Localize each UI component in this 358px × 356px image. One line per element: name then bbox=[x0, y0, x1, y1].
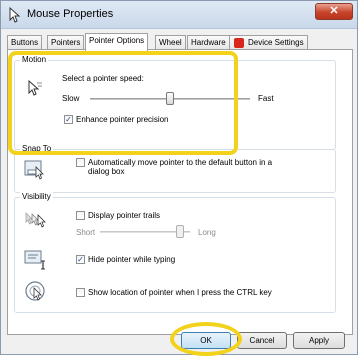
pointer-speed-slider[interactable] bbox=[166, 92, 174, 105]
hide-while-typing-label[interactable]: Hide pointer while typing bbox=[88, 255, 175, 264]
cancel-button[interactable]: Cancel bbox=[237, 332, 287, 349]
trails-length-slider bbox=[176, 225, 184, 238]
tab-hardware[interactable]: Hardware bbox=[187, 35, 230, 50]
enhance-precision-checkbox[interactable]: ✓ bbox=[64, 115, 73, 124]
snap-to-icon bbox=[24, 160, 44, 180]
snap-to-group bbox=[14, 149, 336, 193]
show-location-icon bbox=[25, 281, 45, 301]
trails-long-label: Long bbox=[198, 228, 216, 237]
visibility-group-label: Visibility bbox=[20, 192, 53, 202]
tab-device-settings-label: Device Settings bbox=[248, 38, 304, 47]
snap-to-checkbox[interactable] bbox=[76, 158, 85, 167]
pointer-trails-icon bbox=[25, 212, 46, 228]
enhance-precision-label[interactable]: Enhance pointer precision bbox=[76, 115, 169, 124]
window-title: Mouse Properties bbox=[27, 8, 114, 20]
show-location-checkbox[interactable] bbox=[76, 288, 85, 297]
tab-buttons[interactable]: Buttons bbox=[7, 35, 43, 50]
snap-to-group-label: Snap To bbox=[20, 144, 54, 154]
tab-wheel[interactable]: Wheel bbox=[155, 35, 186, 50]
hide-while-typing-icon bbox=[24, 250, 45, 270]
title-bar: Mouse Properties ✕ bbox=[1, 1, 357, 29]
fast-label: Fast bbox=[258, 94, 274, 103]
pointer-speed-label: Select a pointer speed: bbox=[62, 74, 144, 83]
pointer-trails-checkbox[interactable] bbox=[76, 211, 85, 220]
device-settings-icon bbox=[234, 38, 244, 48]
trails-short-label: Short bbox=[76, 228, 96, 237]
apply-button[interactable]: Apply bbox=[293, 332, 345, 349]
mouse-pointer-icon bbox=[9, 7, 21, 23]
show-location-label[interactable]: Show location of pointer when I press th… bbox=[88, 288, 272, 297]
snap-to-label-line2[interactable]: dialog box bbox=[88, 167, 124, 176]
tab-pointer-options[interactable]: Pointer Options bbox=[85, 33, 149, 51]
close-button[interactable]: ✕ bbox=[315, 3, 353, 20]
slow-label: Slow bbox=[62, 94, 80, 103]
mouse-properties-window: Mouse Properties ✕ Buttons Pointers Poin… bbox=[0, 0, 358, 355]
motion-group-label: Motion bbox=[20, 55, 49, 65]
pointer-speed-icon bbox=[28, 79, 42, 96]
ok-button[interactable]: OK bbox=[181, 332, 231, 349]
snap-to-label-line1[interactable]: Automatically move pointer to the defaul… bbox=[88, 158, 272, 167]
tab-strip: Buttons Pointers Pointer Options Wheel H… bbox=[7, 33, 353, 51]
hide-while-typing-checkbox[interactable]: ✓ bbox=[76, 255, 85, 264]
pointer-trails-label[interactable]: Display pointer trails bbox=[88, 211, 160, 220]
tab-device-settings[interactable]: Device Settings bbox=[229, 35, 308, 50]
tab-pointers[interactable]: Pointers bbox=[47, 35, 85, 50]
pointer-options-panel: Motion Select a pointer speed: Slow Fast… bbox=[7, 49, 353, 335]
